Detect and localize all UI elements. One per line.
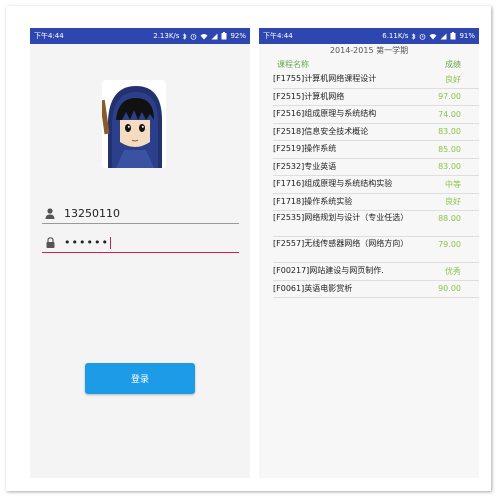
avatar <box>102 80 166 168</box>
text-cursor <box>109 237 111 249</box>
password-input[interactable]: •••••• <box>64 236 111 249</box>
network-speed: 2.13K/s <box>153 32 180 40</box>
grades-screen: 下午4:44 6.11K/s 91% 2014-2015 第一学期 课程名称 成… <box>259 28 479 478</box>
battery-icon <box>450 32 456 40</box>
course-name: [F1716]组成原理与系统结构实验 <box>273 179 393 189</box>
course-grade: 83.00 <box>438 162 461 172</box>
course-grade: 良好 <box>445 74 461 84</box>
course-name: [F1718]操作系统实验 <box>273 196 353 206</box>
table-row[interactable]: [F0061]英语电影赏析 90.00 <box>273 281 479 298</box>
user-icon <box>42 208 58 219</box>
status-time: 下午4:44 <box>263 32 293 40</box>
course-name: [F2557]无线传感器网络（网络方向） <box>273 239 409 248</box>
wifi-icon <box>429 33 437 40</box>
battery-percent: 91% <box>459 32 475 40</box>
table-row[interactable]: [F2516]组成原理与系统结构 74.00 <box>273 106 479 124</box>
course-name: [F2518]信息安全技术概论 <box>273 126 369 136</box>
table-row[interactable]: [F1716]组成原理与系统结构实验 中等 <box>273 176 479 194</box>
course-name: [F2532]专业英语 <box>273 161 337 171</box>
course-grade: 中等 <box>445 179 461 189</box>
status-time: 下午4:44 <box>34 32 64 40</box>
course-name: [F2515]计算机网络 <box>273 91 345 101</box>
password-mask: •••••• <box>64 236 109 249</box>
status-bar: 下午4:44 2.13K/s 92% <box>30 28 250 44</box>
alarm-icon <box>419 33 426 40</box>
header-course: 课程名称 <box>277 60 309 69</box>
table-row[interactable]: [F2519]操作系统 85.00 <box>273 141 479 159</box>
header-grade: 成绩 <box>445 60 461 69</box>
table-row[interactable]: [F1755]计算机网络课程设计 良好 <box>273 71 479 89</box>
table-row[interactable]: [F1718]操作系统实验 良好 <box>273 194 479 211</box>
login-button[interactable]: 登录 <box>85 363 195 394</box>
login-screen: 下午4:44 2.13K/s 92% 13250110 •••••• 登录 <box>30 28 250 478</box>
course-grade: 88.00 <box>438 214 461 223</box>
lock-icon <box>42 237 58 248</box>
table-header: 课程名称 成绩 <box>259 56 479 71</box>
course-name: [F2535]网络规划与设计（专业任选） <box>273 213 409 222</box>
table-row[interactable]: [F00217]网站建设与网页制作. 优秀 <box>273 263 479 281</box>
screenshot-frame: 下午4:44 2.13K/s 92% 13250110 •••••• 登录 下午… <box>6 6 491 491</box>
course-grade: 90.00 <box>438 284 461 294</box>
course-name: [F00217]网站建设与网页制作. <box>273 266 384 276</box>
table-row[interactable]: [F2535]网络规划与设计（专业任选） 88.00 <box>273 211 479 237</box>
course-name: [F2519]操作系统 <box>273 144 337 154</box>
course-grade: 74.00 <box>438 109 461 119</box>
bluetooth-icon <box>182 32 187 40</box>
username-field[interactable]: 13250110 <box>42 204 239 224</box>
course-name: [F2516]组成原理与系统结构 <box>273 109 377 119</box>
table-row[interactable]: [F2515]计算机网络 97.00 <box>273 89 479 106</box>
course-grade: 良好 <box>445 197 461 207</box>
wifi-icon <box>200 33 208 40</box>
status-bar: 下午4:44 6.11K/s 91% <box>259 28 479 44</box>
battery-icon <box>221 32 227 40</box>
network-speed: 6.11K/s <box>382 32 409 40</box>
term-title: 2014-2015 第一学期 <box>329 46 409 55</box>
table-row[interactable]: [F2557]无线传感器网络（网络方向） 79.00 <box>273 237 479 263</box>
signal-icon <box>211 33 218 40</box>
username-input[interactable]: 13250110 <box>64 207 120 220</box>
course-grade: 83.00 <box>438 127 461 137</box>
battery-percent: 92% <box>230 32 246 40</box>
course-name: [F0061]英语电影赏析 <box>273 283 353 293</box>
grades-list: [F1755]计算机网络课程设计 良好 [F2515]计算机网络 97.00 [… <box>259 71 479 298</box>
alarm-icon <box>190 33 197 40</box>
course-grade: 97.00 <box>438 92 461 102</box>
table-row[interactable]: [F2532]专业英语 83.00 <box>273 159 479 176</box>
course-grade: 79.00 <box>438 240 461 249</box>
signal-icon <box>440 33 447 40</box>
course-grade: 优秀 <box>445 266 461 276</box>
password-field[interactable]: •••••• <box>42 233 239 253</box>
course-grade: 85.00 <box>438 144 461 154</box>
table-row[interactable]: [F2518]信息安全技术概论 83.00 <box>273 124 479 141</box>
bluetooth-icon <box>411 32 416 40</box>
course-name: [F1755]计算机网络课程设计 <box>273 74 377 84</box>
